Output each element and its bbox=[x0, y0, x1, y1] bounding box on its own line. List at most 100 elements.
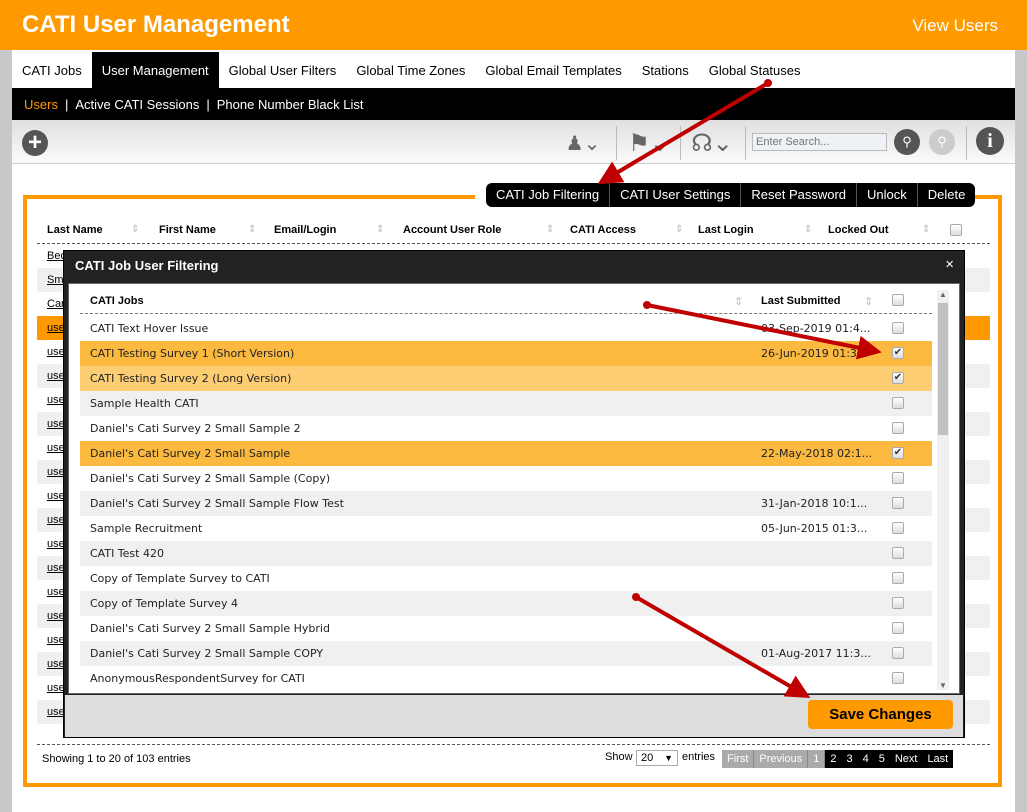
flag-icon[interactable]: ⚑⌄ bbox=[622, 128, 676, 158]
pagination: First Previous 1 2 3 4 5 Next Last bbox=[722, 750, 954, 768]
col-locked-out[interactable]: Locked Out bbox=[828, 224, 889, 236]
job-row[interactable]: Daniel's Cati Survey 2 Small Sample Hybr… bbox=[80, 616, 932, 641]
chevron-down-icon: ▼ bbox=[664, 753, 673, 763]
job-checkbox[interactable] bbox=[892, 497, 904, 509]
subnav-black-list[interactable]: Phone Number Black List bbox=[217, 97, 364, 112]
scroll-down-icon[interactable]: ▼ bbox=[939, 681, 947, 690]
col-role[interactable]: Account User Role bbox=[403, 224, 501, 236]
sort-icon[interactable]: ⇕ bbox=[734, 295, 743, 308]
job-name: CATI Testing Survey 1 (Short Version) bbox=[90, 347, 295, 360]
job-row[interactable]: CATI Test 420 bbox=[80, 541, 932, 566]
sort-icon[interactable]: ⇕ bbox=[804, 224, 812, 235]
job-checkbox[interactable] bbox=[892, 572, 904, 584]
job-filter-dialog: CATI Job User Filtering × CATI Jobs ⇕ La… bbox=[63, 250, 965, 738]
last-submitted: 03-Sep-2019 01:4... bbox=[761, 322, 871, 335]
tab-user-management[interactable]: User Management bbox=[91, 52, 219, 88]
subnav-users[interactable]: Users bbox=[24, 97, 58, 112]
unlock-button[interactable]: Unlock bbox=[857, 183, 918, 207]
col-email[interactable]: Email/Login bbox=[274, 224, 336, 236]
select-all-jobs-checkbox[interactable] bbox=[892, 294, 904, 306]
tab-cati-jobs[interactable]: CATI Jobs bbox=[12, 52, 92, 88]
job-row[interactable]: Sample Health CATI bbox=[80, 391, 932, 416]
job-row[interactable]: Copy of Template Survey 4 bbox=[80, 591, 932, 616]
job-checkbox[interactable] bbox=[892, 522, 904, 534]
page-3[interactable]: 3 bbox=[841, 750, 858, 768]
close-icon[interactable]: × bbox=[945, 256, 954, 273]
user-link[interactable]: Sm bbox=[47, 274, 64, 286]
info-icon[interactable]: i bbox=[976, 127, 1004, 155]
job-row[interactable]: CATI Text Hover Issue 03-Sep-2019 01:4... bbox=[80, 316, 932, 341]
col-last-submitted[interactable]: Last Submitted bbox=[761, 295, 840, 307]
job-row[interactable]: Daniel's Cati Survey 2 Small Sample 22-Ma… bbox=[80, 441, 932, 466]
job-checkbox[interactable] bbox=[892, 672, 904, 684]
sort-icon[interactable]: ⇕ bbox=[376, 224, 384, 235]
page-4[interactable]: 4 bbox=[857, 750, 874, 768]
page-size-select[interactable]: 20 ▼ bbox=[636, 750, 678, 766]
job-checkbox[interactable] bbox=[892, 472, 904, 484]
job-checkbox[interactable] bbox=[892, 647, 904, 659]
headset-icon[interactable]: ☊⌄ bbox=[684, 128, 740, 158]
sort-icon[interactable]: ⇕ bbox=[922, 224, 930, 235]
job-row[interactable]: Sample Recruitment 05-Jun-2015 01:3... bbox=[80, 516, 932, 541]
col-last-name[interactable]: Last Name bbox=[47, 224, 103, 236]
cati-user-settings-button[interactable]: CATI User Settings bbox=[610, 183, 742, 207]
job-row[interactable]: AnonymousRespondentSurvey for CATI bbox=[80, 666, 932, 691]
tab-global-user-filters[interactable]: Global User Filters bbox=[219, 52, 347, 88]
col-first-name[interactable]: First Name bbox=[159, 224, 216, 236]
job-checkbox[interactable] bbox=[892, 622, 904, 634]
sort-icon[interactable]: ⇕ bbox=[675, 224, 683, 235]
sort-icon[interactable]: ⇕ bbox=[131, 224, 139, 235]
col-last-login[interactable]: Last Login bbox=[698, 224, 754, 236]
search-icon[interactable]: ⚲ bbox=[894, 129, 920, 155]
tab-global-email-templates[interactable]: Global Email Templates bbox=[475, 52, 631, 88]
job-checkbox[interactable] bbox=[892, 547, 904, 559]
job-checkbox[interactable] bbox=[892, 322, 904, 334]
page-previous[interactable]: Previous bbox=[754, 750, 809, 768]
page-last[interactable]: Last bbox=[922, 750, 954, 768]
page-2[interactable]: 2 bbox=[825, 750, 842, 768]
sort-icon[interactable]: ⇕ bbox=[248, 224, 256, 235]
sort-icon[interactable]: ⇕ bbox=[546, 224, 554, 235]
scrollbar[interactable]: ▲ ▼ bbox=[937, 290, 949, 690]
reset-password-button[interactable]: Reset Password bbox=[741, 183, 858, 207]
scroll-up-icon[interactable]: ▲ bbox=[939, 290, 947, 299]
last-submitted: 22-May-2018 02:1... bbox=[761, 447, 873, 460]
action-bar: CATI Job Filtering CATI User Settings Re… bbox=[486, 183, 976, 207]
job-checkbox[interactable]: ✔ bbox=[892, 447, 904, 459]
col-cati-access[interactable]: CATI Access bbox=[570, 224, 636, 236]
job-name: Sample Health CATI bbox=[90, 397, 199, 410]
sort-icon[interactable]: ⇕ bbox=[864, 295, 873, 308]
job-checkbox[interactable]: ✔ bbox=[892, 372, 904, 384]
job-row[interactable]: Copy of Template Survey to CATI bbox=[80, 566, 932, 591]
scrollbar-thumb[interactable] bbox=[938, 303, 948, 435]
job-row[interactable]: Daniel's Cati Survey 2 Small Sample COPY… bbox=[80, 641, 932, 666]
page-5[interactable]: 5 bbox=[873, 750, 890, 768]
search-input[interactable] bbox=[752, 133, 887, 151]
cati-job-filtering-button[interactable]: CATI Job Filtering bbox=[486, 183, 611, 207]
view-users-link[interactable]: View Users bbox=[912, 16, 998, 36]
tab-global-statuses[interactable]: Global Statuses bbox=[699, 52, 811, 88]
page-1[interactable]: 1 bbox=[808, 750, 826, 768]
job-row[interactable]: CATI Testing Survey 1 (Short Version) 26-… bbox=[80, 341, 932, 366]
users-group-icon[interactable]: ♟⌄ bbox=[558, 128, 608, 158]
job-row[interactable]: Daniel's Cati Survey 2 Small Sample 2 bbox=[80, 416, 932, 441]
job-row[interactable]: Daniel's Cati Survey 2 Small Sample (Cop… bbox=[80, 466, 932, 491]
page-first[interactable]: First bbox=[722, 750, 755, 768]
job-checkbox[interactable] bbox=[892, 397, 904, 409]
job-checkbox[interactable] bbox=[892, 597, 904, 609]
job-checkbox[interactable]: ✔ bbox=[892, 347, 904, 359]
tab-global-time-zones[interactable]: Global Time Zones bbox=[346, 52, 475, 88]
job-checkbox[interactable] bbox=[892, 422, 904, 434]
subnav-active-sessions[interactable]: Active CATI Sessions bbox=[75, 97, 199, 112]
job-name: CATI Testing Survey 2 (Long Version) bbox=[90, 372, 292, 385]
job-row[interactable]: Daniel's Cati Survey 2 Small Sample Flow… bbox=[80, 491, 932, 516]
select-all-checkbox[interactable] bbox=[950, 224, 962, 236]
add-icon[interactable]: + bbox=[22, 130, 48, 156]
tab-stations[interactable]: Stations bbox=[632, 52, 699, 88]
clear-search-icon[interactable]: ⚲ bbox=[929, 129, 955, 155]
delete-button[interactable]: Delete bbox=[918, 183, 976, 207]
page-next[interactable]: Next bbox=[889, 750, 923, 768]
save-changes-button[interactable]: Save Changes bbox=[808, 700, 953, 729]
job-row[interactable]: CATI Testing Survey 2 (Long Version) ✔ bbox=[80, 366, 932, 391]
col-cati-jobs[interactable]: CATI Jobs bbox=[90, 295, 144, 307]
